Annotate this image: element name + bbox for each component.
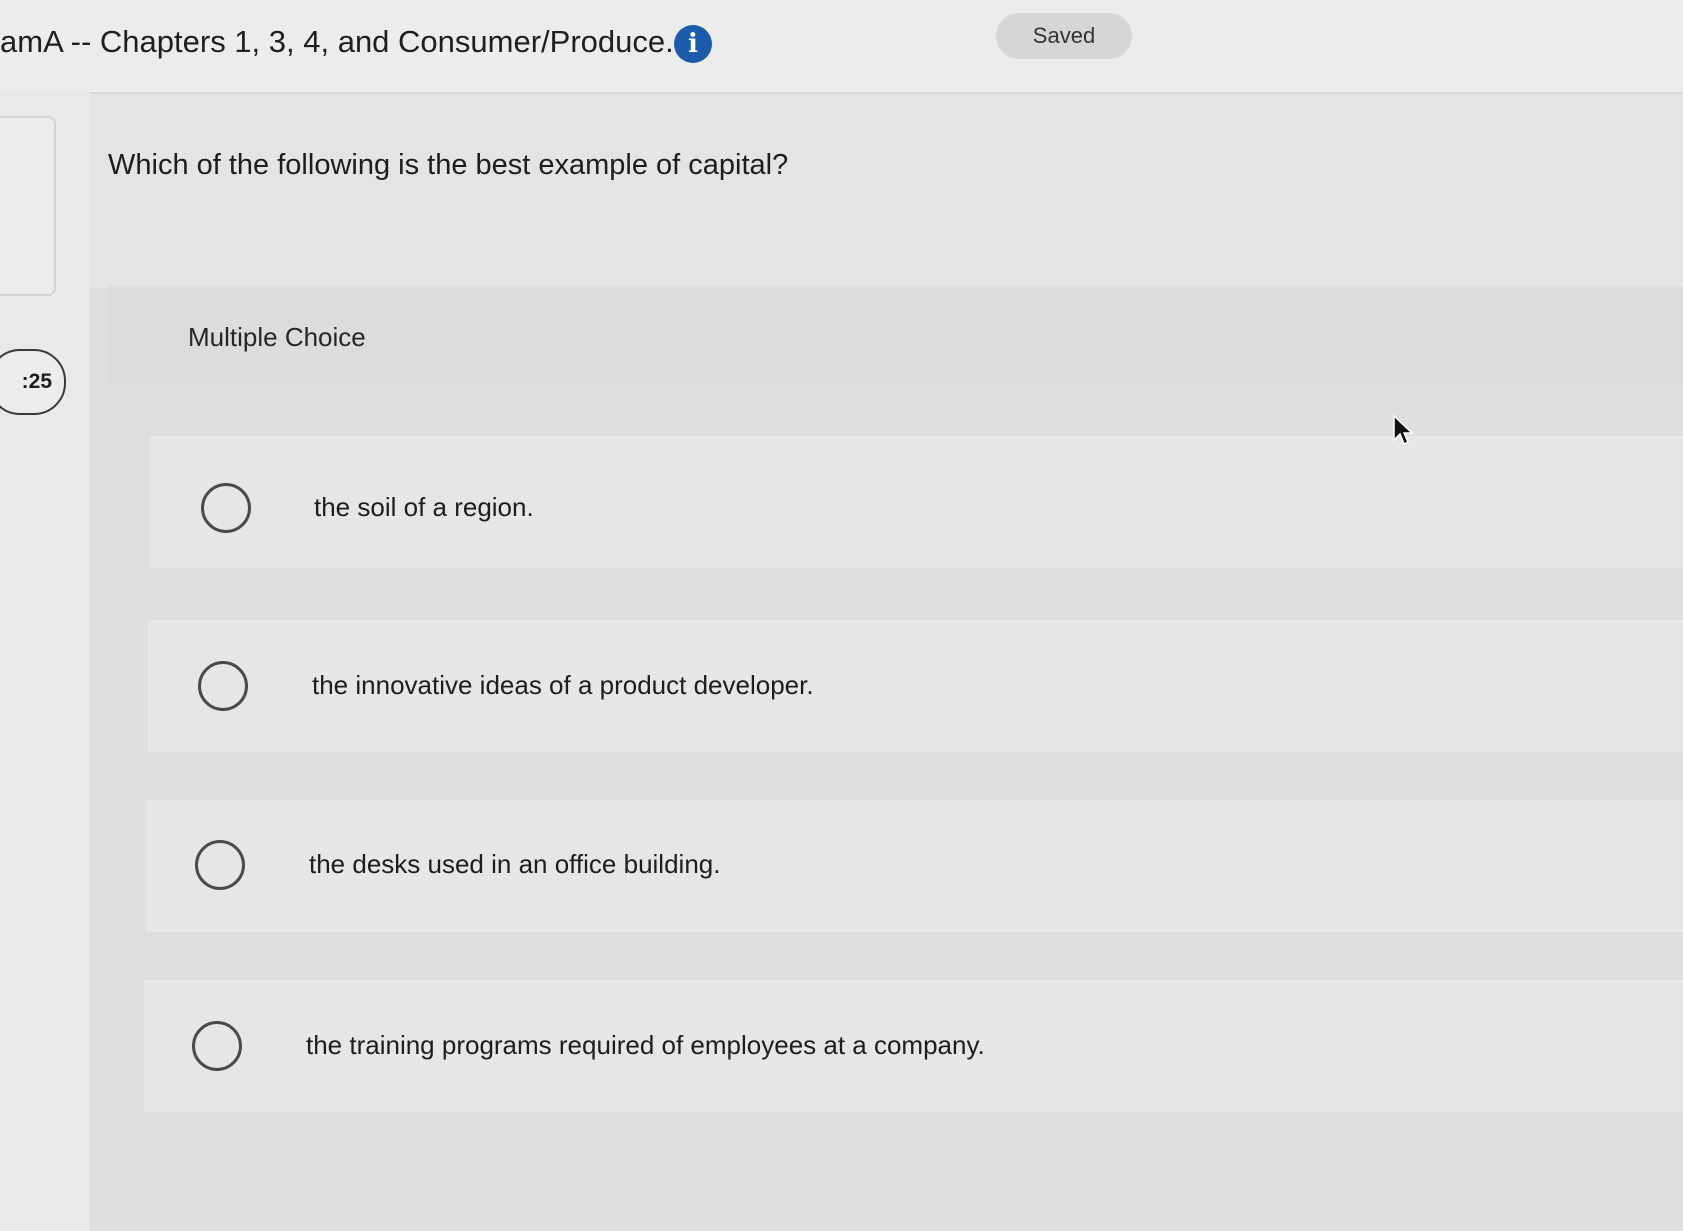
answer-option[interactable]: the desks used in an office building. [146, 800, 1683, 932]
radio-button[interactable] [195, 840, 245, 890]
timer-badge[interactable]: :25 [0, 349, 66, 415]
answer-option-label[interactable]: the desks used in an office building. [309, 849, 720, 880]
question-text: Which of the following is the best examp… [108, 149, 789, 181]
question-type-label: Multiple Choice [188, 322, 366, 352]
answer-option-label[interactable]: the innovative ideas of a product develo… [312, 670, 814, 701]
info-icon[interactable]: i [674, 25, 712, 63]
answer-option-label[interactable]: the training programs required of employ… [306, 1030, 985, 1061]
answer-option-label[interactable]: the soil of a region. [314, 492, 534, 523]
saved-status-badge: Saved [996, 13, 1132, 59]
question-nav-panel[interactable] [0, 116, 56, 296]
answer-option[interactable]: the soil of a region. [150, 436, 1683, 568]
radio-button[interactable] [201, 483, 251, 533]
assignment-title: amA -- Chapters 1, 3, 4, and Consumer/Pr… [0, 24, 691, 59]
top-bar: amA -- Chapters 1, 3, 4, and Consumer/Pr… [0, 0, 1683, 94]
answer-option[interactable]: the training programs required of employ… [144, 980, 1683, 1112]
radio-button[interactable] [192, 1021, 242, 1071]
answer-option[interactable]: the innovative ideas of a product develo… [148, 620, 1683, 752]
mouse-cursor-icon [1393, 414, 1414, 446]
radio-button[interactable] [198, 661, 248, 711]
